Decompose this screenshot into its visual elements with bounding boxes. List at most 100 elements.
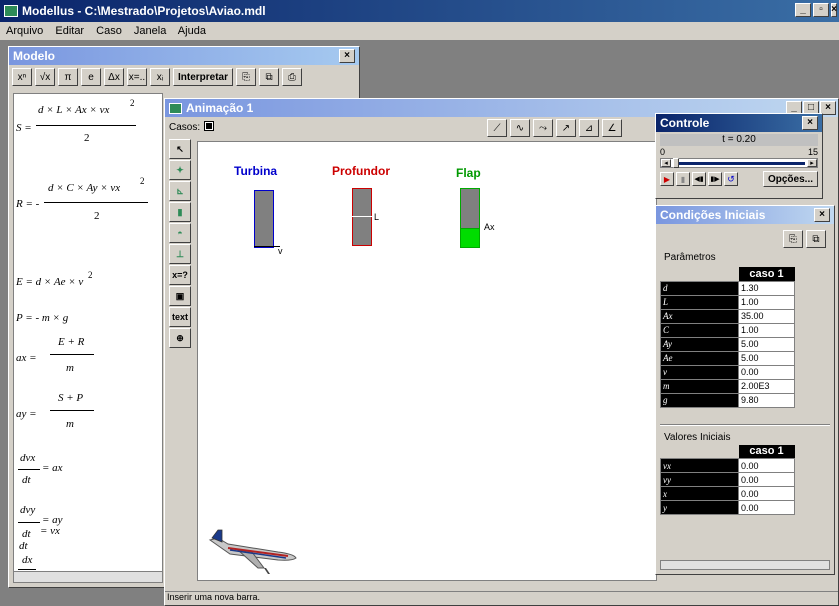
param-value[interactable]: 5.00 — [738, 350, 795, 366]
bar-turbina[interactable] — [254, 190, 274, 248]
menu-caso[interactable]: Caso — [96, 25, 122, 37]
pointer-tool-icon[interactable]: ↖ — [169, 139, 191, 159]
slider-right-arrow[interactable]: ▸ — [807, 159, 817, 167]
param-value[interactable]: 1.00 — [738, 322, 795, 338]
particle-tool-icon[interactable]: ✦ — [169, 160, 191, 180]
cond-title: Condições Iniciais — [660, 208, 766, 222]
vector-tool-icon[interactable]: ↗ — [556, 119, 576, 137]
param-name: v — [660, 364, 739, 380]
param-name: L — [660, 294, 739, 310]
play-icon[interactable]: ▶ — [660, 172, 674, 186]
bar-profundor-title: Profundor — [332, 164, 390, 178]
delta-button[interactable]: Δx — [104, 68, 124, 86]
e-button[interactable]: e — [81, 68, 101, 86]
bar-tool-icon[interactable]: ▮ — [169, 202, 191, 222]
minimize-button[interactable]: _ — [795, 3, 811, 17]
eq-ay-lhs: ay = — [16, 408, 37, 420]
slider-left-arrow[interactable]: ◂ — [661, 159, 671, 167]
param-value[interactable]: 9.80 — [738, 392, 795, 408]
text-tool-button[interactable]: text — [169, 307, 191, 327]
param-value[interactable]: 0.00 — [738, 364, 795, 380]
slider-thumb[interactable] — [673, 158, 679, 168]
cond-copy-icon[interactable]: ⎘ — [783, 230, 803, 248]
step-forward-icon[interactable]: ▮▶ — [708, 172, 722, 186]
menu-ajuda[interactable]: Ajuda — [178, 25, 206, 37]
close-button[interactable]: × — [831, 3, 837, 17]
vector-axes-tool-icon[interactable]: ⊥ — [169, 244, 191, 264]
eq-ay-line — [50, 410, 94, 411]
restore-button[interactable]: ▫ — [813, 3, 829, 17]
eq-ax-line — [50, 354, 94, 355]
paste-icon[interactable]: ⧉ — [259, 68, 280, 86]
param-row: Ay 5.00 — [660, 336, 795, 352]
trajectory-tool-icon[interactable]: ⤳ — [533, 119, 553, 137]
eq-dvx-num: dvx — [20, 452, 36, 464]
cond-toolbar: ⎘ ⧉ — [656, 224, 834, 248]
init-value[interactable]: 0.00 — [738, 486, 795, 501]
modelo-hscroll[interactable] — [13, 571, 163, 583]
caso-color-box[interactable] — [204, 121, 215, 131]
cond-paste-icon[interactable]: ⧉ — [806, 230, 826, 248]
modelo-title-bar: Modelo × — [9, 47, 359, 65]
cond-close-button[interactable]: × — [814, 208, 830, 222]
controle-close-button[interactable]: × — [802, 116, 818, 130]
plot-tool-icon[interactable]: ⊾ — [169, 181, 191, 201]
controle-title-bar: Controle × — [656, 114, 822, 132]
param-value[interactable]: 5.00 — [738, 336, 795, 352]
eq-dvx-line — [18, 469, 40, 470]
init-value[interactable]: 0.00 — [738, 500, 795, 515]
tools-palette: ↖ ✦ ⊾ ▮ ◓ ⊥ x=? ▣ text ⊕ — [169, 139, 193, 349]
eq-e: E = d × Ae × v — [16, 276, 84, 288]
menu-arquivo[interactable]: Arquivo — [6, 25, 43, 37]
image-tool-icon[interactable]: ▣ — [169, 286, 191, 306]
init-label: Valores Iniciais — [664, 431, 731, 443]
graph-tool-icon[interactable]: ⟋ — [487, 119, 507, 137]
pause-icon[interactable]: ▮ — [676, 172, 690, 186]
controle-title: Controle — [660, 116, 710, 130]
pi-button[interactable]: π — [58, 68, 78, 86]
curve-tool-icon[interactable]: ∿ — [510, 119, 530, 137]
index-button[interactable]: xᵢ — [150, 68, 170, 86]
param-value[interactable]: 35.00 — [738, 308, 795, 324]
menu-editar[interactable]: Editar — [55, 25, 84, 37]
modelo-title: Modelo — [13, 49, 55, 63]
cond-hscroll[interactable] — [660, 560, 830, 570]
variable-tool-icon[interactable]: x=? — [169, 265, 191, 285]
eq-ax-num: E + R — [58, 336, 85, 348]
init-value[interactable]: 0.00 — [738, 472, 795, 487]
init-name: vx — [660, 458, 739, 473]
opcoes-button[interactable]: Opções... — [762, 171, 818, 187]
param-value[interactable]: 1.30 — [738, 280, 795, 296]
interpret-button[interactable]: Interpretar — [173, 68, 234, 86]
init-caso-header: caso 1 — [738, 444, 795, 459]
modelo-close-button[interactable]: × — [339, 49, 355, 63]
airplane-image[interactable] — [208, 528, 298, 578]
equations-area[interactable]: S = d × L × Ax × vx 2 2 R = - d × C × Ay… — [13, 93, 163, 573]
params-caso-header: caso 1 — [738, 267, 795, 281]
gauge-tool-icon[interactable]: ◓ — [169, 223, 191, 243]
angle-tool-icon[interactable]: ∠ — [602, 119, 622, 137]
step-back-icon[interactable]: ◀▮ — [692, 172, 706, 186]
init-value[interactable]: 0.00 — [738, 458, 795, 473]
copy-icon[interactable]: ⎘ — [236, 68, 257, 86]
eq-ay-den: m — [66, 418, 74, 430]
time-slider[interactable]: ◂ ▸ — [660, 158, 818, 168]
print-icon[interactable]: ⎙ — [282, 68, 303, 86]
eq-dx-rhs: = vx — [40, 525, 60, 537]
eq-dvy-den: dt — [22, 528, 31, 540]
param-value[interactable]: 1.00 — [738, 294, 795, 310]
eq-dvy-num: dvy — [20, 504, 36, 516]
cond-title-bar: Condições Iniciais × — [656, 206, 834, 224]
axes-tool-icon[interactable]: ⊿ — [579, 119, 599, 137]
sqrt-button[interactable]: √x — [35, 68, 55, 86]
bar-profundor[interactable] — [352, 188, 372, 246]
menu-janela[interactable]: Janela — [134, 25, 166, 37]
playback-controls: ▶ ▮ ◀▮ ▮▶ ↺ Opções... — [660, 171, 818, 187]
measure-tool-icon[interactable]: ⊕ — [169, 328, 191, 348]
rewind-icon[interactable]: ↺ — [724, 172, 738, 186]
animation-canvas[interactable]: Turbina v Profundor L Flap Ax — [197, 141, 657, 581]
eq-dx-line — [18, 569, 36, 570]
power-button[interactable]: xⁿ — [12, 68, 32, 86]
param-value[interactable]: 2.00E3 — [738, 378, 795, 394]
assign-button[interactable]: x=.. — [127, 68, 147, 86]
